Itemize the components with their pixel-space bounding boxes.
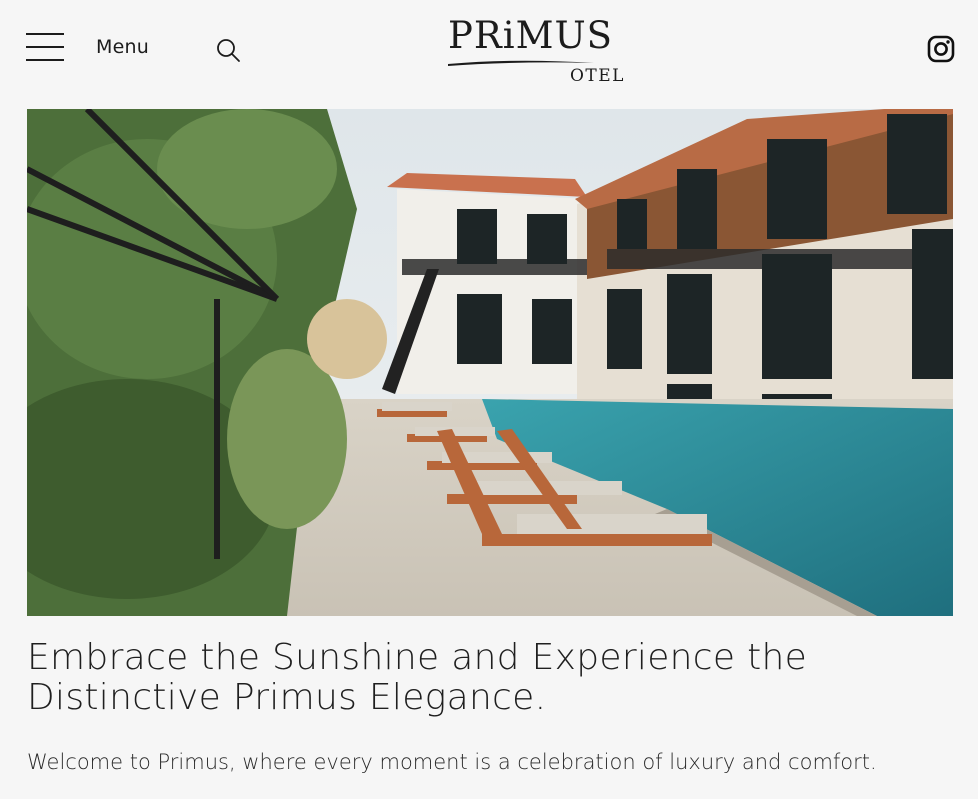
instagram-icon[interactable] xyxy=(927,35,955,63)
site-logo[interactable]: PRiMUS OTEL xyxy=(446,14,626,90)
search-icon[interactable] xyxy=(215,37,241,63)
logo-subtitle: OTEL xyxy=(570,66,625,86)
headline-line-2: Distinctive Primus Elegance. xyxy=(27,677,547,718)
headline-line-1: Embrace the Sunshine and Experience the xyxy=(27,637,808,678)
hamburger-line xyxy=(26,33,64,35)
hamburger-line xyxy=(26,46,64,48)
hamburger-icon[interactable] xyxy=(26,33,64,63)
hero-image xyxy=(27,109,953,616)
page-headline: Embrace the Sunshine and Experience the … xyxy=(27,638,957,718)
site-header: Menu PRiMUS OTEL xyxy=(0,0,978,108)
intro-paragraph: Welcome to Primus, where every moment is… xyxy=(27,750,877,774)
menu-button[interactable]: Menu xyxy=(96,36,149,58)
logo-wordmark: PRiMUS xyxy=(448,14,614,57)
hamburger-line xyxy=(26,59,64,61)
